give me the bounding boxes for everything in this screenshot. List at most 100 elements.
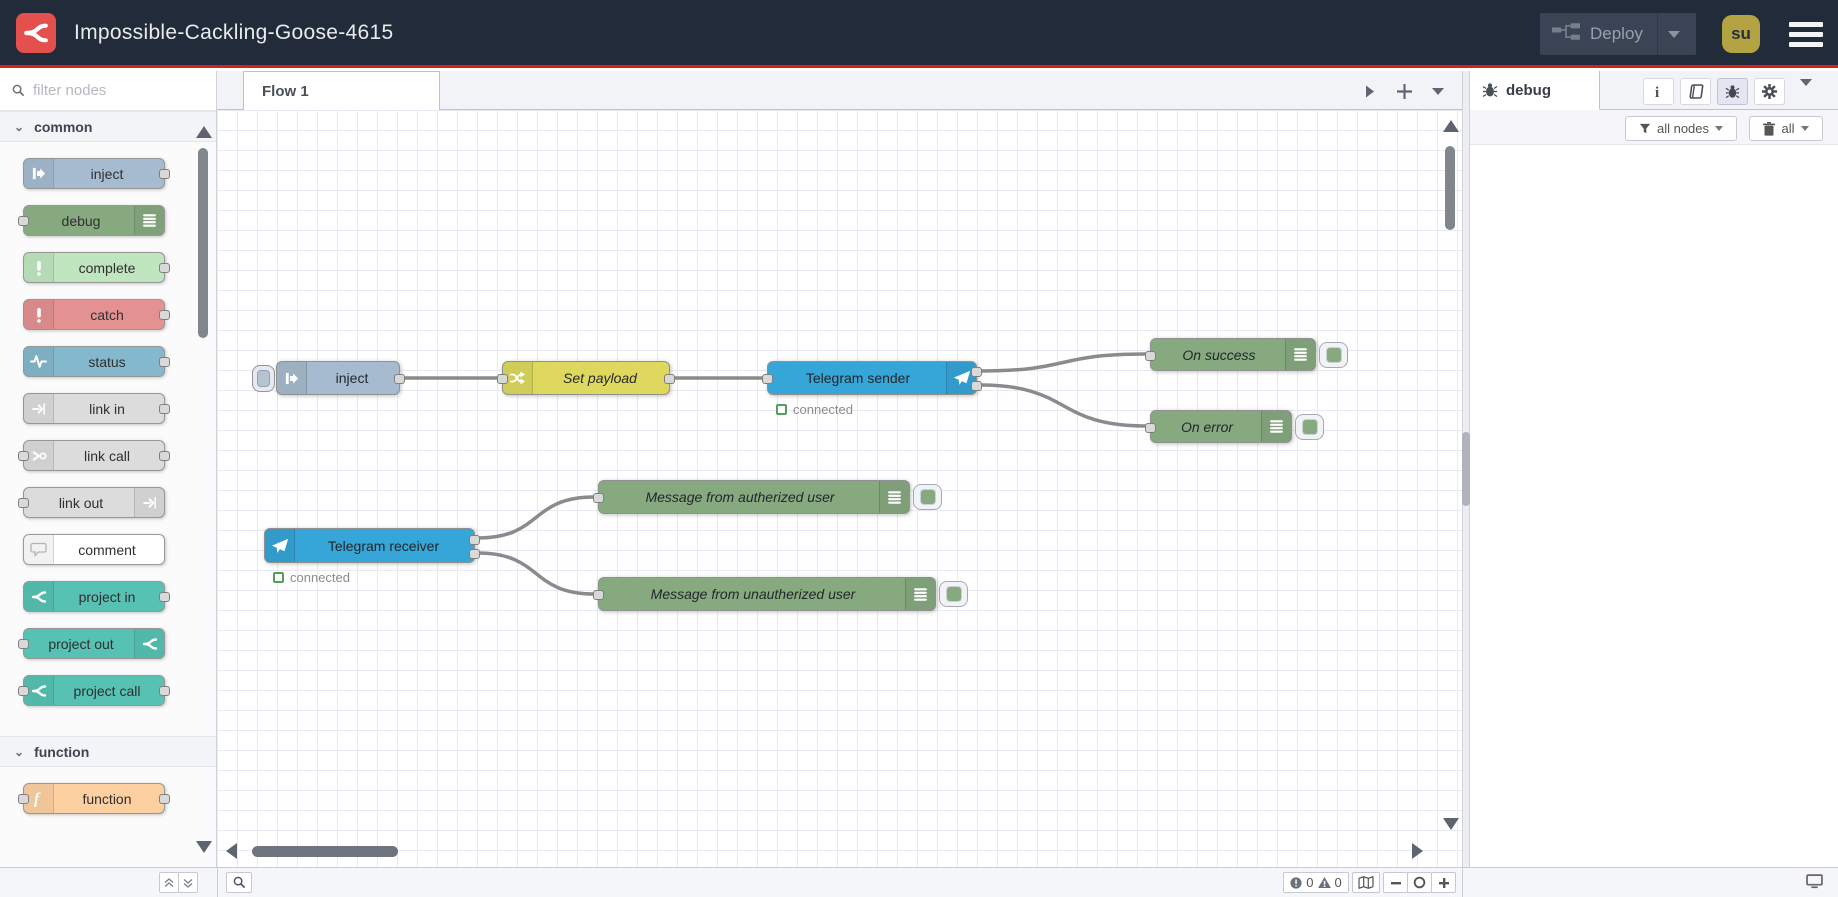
zoom-in-button[interactable] (1431, 872, 1456, 893)
node-input-port[interactable] (593, 590, 604, 600)
palette-category-function[interactable]: ⌄ function (0, 736, 216, 767)
node-output-port[interactable] (159, 169, 170, 179)
palette-scrollbar-thumb[interactable] (198, 148, 208, 338)
node-output-port[interactable] (159, 404, 170, 414)
main-menu-button[interactable] (1789, 22, 1823, 47)
canvas-scroll-right[interactable] (1412, 843, 1423, 859)
palette-scroll-up[interactable] (196, 126, 212, 138)
wire-telegram-sender-to-on-error[interactable] (978, 383, 1148, 428)
node-input-port[interactable] (18, 639, 29, 649)
flow-node-on-error[interactable]: On error (1145, 410, 1324, 443)
next-tab-button[interactable] (1357, 79, 1383, 103)
canvas-vscrollbar-thumb[interactable] (1445, 146, 1455, 230)
tab-flow-1[interactable]: Flow 1 (243, 71, 440, 110)
palette-collapse-categories-button[interactable] (159, 872, 179, 893)
help-sidebar-button[interactable] (1680, 78, 1711, 105)
palette-node-project-call[interactable]: project call (18, 675, 170, 706)
debug-toggle-button[interactable] (1295, 413, 1324, 440)
node-output-port[interactable] (971, 367, 982, 377)
zoom-reset-button[interactable] (1407, 872, 1432, 893)
node-status-text: connected (290, 570, 350, 585)
node-input-port[interactable] (18, 686, 29, 696)
palette-node-project-in[interactable]: project in (23, 581, 170, 612)
node-output-port[interactable] (159, 263, 170, 273)
tab-debug[interactable]: debug (1470, 71, 1600, 110)
tab-list-caret[interactable] (1425, 79, 1451, 103)
notification-counters[interactable]: 0 0 (1283, 872, 1349, 893)
palette-node-complete[interactable]: complete (23, 252, 170, 283)
canvas-scroll-down[interactable] (1443, 818, 1459, 830)
canvas-scroll-left[interactable] (226, 843, 237, 859)
palette-node-catch[interactable]: catch (23, 299, 170, 330)
palette-node-link-call[interactable]: link call (18, 440, 170, 471)
deploy-options-caret[interactable] (1656, 13, 1691, 55)
palette-category-common[interactable]: ⌄ common (0, 111, 216, 142)
wire-telegram-receiver-to-msg-authorized[interactable] (476, 495, 596, 540)
node-output-port[interactable] (159, 592, 170, 602)
sidebar-divider-grip[interactable] (1462, 432, 1470, 506)
palette-node-status[interactable]: status (23, 346, 170, 377)
node-output-port[interactable] (971, 381, 982, 391)
sidebar-menu-caret[interactable] (1800, 79, 1812, 104)
wire-telegram-receiver-to-msg-unauthorized[interactable] (476, 551, 596, 596)
node-input-port[interactable] (18, 451, 29, 461)
node-output-port[interactable] (394, 374, 405, 384)
flow-node-set-payload[interactable]: Set payload (497, 361, 675, 395)
canvas-hscrollbar-thumb[interactable] (252, 846, 398, 857)
palette-node-debug[interactable]: debug (18, 205, 165, 236)
flow-node-on-success[interactable]: On success (1145, 338, 1348, 371)
node-input-port[interactable] (1145, 350, 1156, 361)
canvas-scroll-up[interactable] (1443, 120, 1459, 132)
flow-node-msg-authorized[interactable]: Message from autherized user (593, 480, 942, 514)
debug-toggle-button[interactable] (939, 581, 968, 607)
node-input-port[interactable] (593, 493, 604, 503)
flow-canvas[interactable]: inject Set payload Telegram sender connecte… (217, 110, 1462, 867)
debug-clear-button[interactable]: all (1749, 116, 1823, 141)
palette-node-link-out[interactable]: link out (18, 487, 165, 518)
debug-sidebar-button[interactable] (1717, 78, 1748, 105)
deploy-button[interactable]: Deploy (1540, 13, 1696, 55)
info-sidebar-button[interactable]: i (1643, 78, 1674, 105)
palette-node-project-out[interactable]: project out (18, 628, 165, 659)
palette-node-function[interactable]: function f (18, 783, 170, 814)
node-input-port[interactable] (497, 374, 508, 384)
node-output-port[interactable] (469, 534, 480, 545)
flow-node-inject-node[interactable]: inject (252, 361, 405, 395)
palette-node-comment[interactable]: comment (23, 534, 165, 565)
canvas-search-button[interactable] (226, 872, 252, 893)
node-input-port[interactable] (18, 216, 29, 226)
node-output-port[interactable] (664, 374, 675, 384)
node-input-port[interactable] (18, 498, 29, 508)
palette-node-inject[interactable]: inject (23, 158, 170, 189)
wire-telegram-sender-to-on-success[interactable] (978, 352, 1148, 373)
inject-trigger-button[interactable] (252, 365, 275, 392)
debug-filter-button[interactable]: all nodes (1625, 116, 1737, 141)
node-input-port[interactable] (18, 794, 29, 804)
config-sidebar-button[interactable] (1754, 78, 1785, 105)
node-output-port[interactable] (159, 357, 170, 367)
node-output-port[interactable] (159, 686, 170, 696)
navigator-button[interactable] (1352, 872, 1380, 893)
node-output-port[interactable] (159, 451, 170, 461)
workspace-tabbar: Flow 1 (217, 71, 1462, 110)
node-output-port[interactable] (469, 548, 480, 559)
user-avatar[interactable]: su (1722, 15, 1760, 53)
palette-scroll-down[interactable] (196, 841, 212, 853)
node-red-logo-icon[interactable] (16, 12, 56, 53)
error-circle-icon (1290, 876, 1302, 889)
debug-toggle-button[interactable] (1319, 341, 1348, 368)
palette-node-link-in[interactable]: link in (23, 393, 170, 424)
debug-open-window-button[interactable] (1806, 874, 1823, 894)
add-flow-button[interactable] (1391, 79, 1417, 103)
node-output-port[interactable] (159, 310, 170, 320)
flow-node-telegram-receiver[interactable]: Telegram receiver connected (264, 528, 480, 585)
flow-node-telegram-sender[interactable]: Telegram sender connected (762, 361, 982, 417)
palette-filter[interactable]: filter nodes (0, 71, 216, 111)
debug-toggle-button[interactable] (913, 484, 942, 510)
zoom-out-button[interactable] (1383, 872, 1408, 893)
node-input-port[interactable] (1145, 422, 1156, 433)
node-input-port[interactable] (762, 374, 773, 384)
flow-node-msg-unauthorized[interactable]: Message from unautherized user (593, 577, 968, 611)
node-output-port[interactable] (159, 794, 170, 804)
palette-expand-categories-button[interactable] (178, 872, 198, 893)
